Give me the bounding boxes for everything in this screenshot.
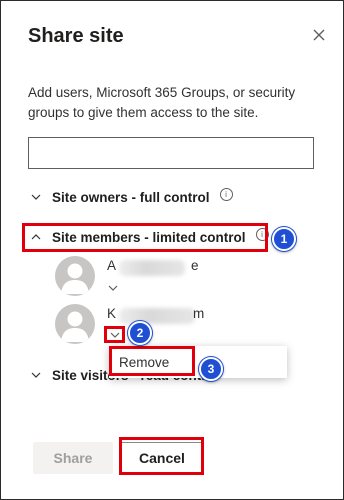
avatar (55, 256, 95, 296)
highlight-permission-dropdown (104, 326, 125, 343)
avatar (55, 304, 95, 344)
chevron-down-icon (28, 367, 44, 383)
close-icon (313, 29, 325, 41)
section-label: Site owners - full control (52, 189, 210, 205)
highlight-remove-item (109, 346, 195, 376)
section-site-owners[interactable]: Site owners - full control i (28, 186, 233, 208)
panel-description: Add users, Microsoft 365 Groups, or secu… (28, 85, 296, 120)
panel-title: Share site (28, 25, 124, 47)
member-name: K m (107, 306, 227, 326)
redacted-name (119, 308, 195, 324)
member-name-end: e (191, 258, 199, 273)
step-badge: 2 (128, 321, 152, 345)
close-button[interactable] (307, 23, 331, 47)
highlight-cancel-button (119, 437, 204, 475)
person-icon (61, 263, 89, 294)
permission-dropdown[interactable] (106, 281, 120, 293)
people-picker-input[interactable] (28, 137, 314, 169)
member-name-end: m (193, 306, 205, 321)
member-name: A e (107, 258, 227, 278)
member-row: A e (55, 256, 227, 296)
share-button[interactable]: Share (33, 442, 113, 474)
share-site-panel: Share site Add users, Microsoft 365 Grou… (0, 0, 344, 500)
highlight-members-section (22, 223, 268, 252)
step-badge: 3 (199, 357, 223, 381)
chevron-down-icon (28, 189, 44, 205)
chevron-down-icon (108, 285, 118, 291)
person-icon (61, 311, 89, 342)
redacted-name (119, 260, 185, 276)
step-badge: 1 (272, 227, 296, 251)
info-icon[interactable]: i (219, 187, 233, 201)
member-name-start: K (107, 306, 117, 321)
member-name-start: A (107, 258, 117, 273)
